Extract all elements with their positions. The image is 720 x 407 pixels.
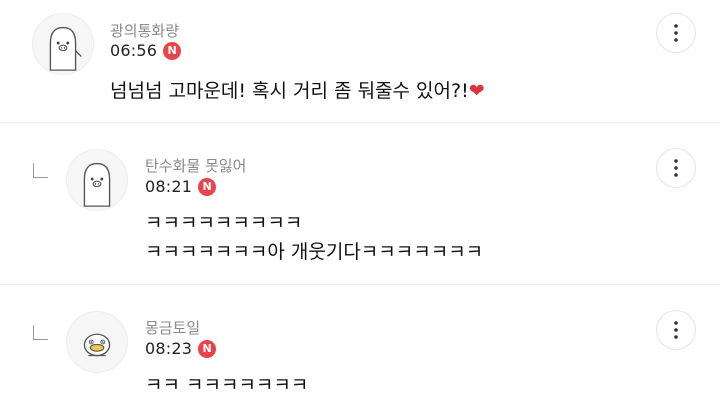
comment-text-line: ㅋㅋㅋㅋㅋㅋㅋㅋㅋ (145, 212, 303, 234)
ghost-pig-avatar-icon[interactable] (66, 149, 128, 211)
reply-indicator-icon (33, 325, 48, 340)
more-options-button[interactable] (656, 310, 696, 350)
comment-username[interactable]: 광의통화량 (110, 20, 179, 41)
vertical-dots-icon (674, 321, 678, 339)
comment-time: 08:21 (145, 177, 193, 196)
reply-comment-item: 몽금토일 08:23 N ㅋㅋ ㅋㅋㅋㅋㅋㅋㅋ (0, 285, 720, 407)
vertical-dots-icon (674, 159, 678, 177)
reply-comment-item: 탄수화물 못잃어 08:21 N ㅋㅋㅋㅋㅋㅋㅋㅋㅋ ㅋㅋㅋㅋㅋㅋㅋ아 개웃기다… (0, 123, 720, 284)
new-badge: N (163, 41, 182, 60)
comment-text-line: 넘넘넘 고마운데! 혹시 거리 좀 둬줄수 있어?! (110, 80, 469, 102)
more-options-button[interactable] (656, 148, 696, 188)
comment-username[interactable]: 몽금토일 (145, 317, 200, 338)
comment-item: 광의통화량 06:56 N 넘넘넘 고마운데! 혹시 거리 좀 둬줄수 있어?!… (0, 0, 720, 122)
comment-text-line: ㅋㅋㅋㅋㅋㅋㅋ아 개웃기다ㅋㅋㅋㅋㅋㅋㅋ (145, 241, 484, 263)
comment-meta: 08:23 N (145, 339, 217, 358)
ghost-pig-avatar-icon[interactable] (32, 13, 94, 75)
duck-avatar-icon[interactable] (66, 311, 128, 373)
new-badge: N (198, 339, 217, 358)
vertical-dots-icon (674, 24, 678, 42)
comment-time: 06:56 (110, 41, 158, 60)
comment-meta: 08:21 N (145, 177, 217, 196)
new-badge: N (198, 177, 217, 196)
comment-text: 넘넘넘 고마운데! 혹시 거리 좀 둬줄수 있어?!❤ (110, 76, 485, 103)
comment-meta: 06:56 N (110, 41, 182, 60)
comment-username[interactable]: 탄수화물 못잃어 (145, 155, 246, 176)
comment-time: 08:23 (145, 339, 193, 358)
heart-icon: ❤ (468, 80, 485, 102)
reply-indicator-icon (33, 163, 48, 178)
comment-text-line: ㅋㅋ ㅋㅋㅋㅋㅋㅋㅋ (145, 374, 309, 396)
more-options-button[interactable] (656, 13, 696, 53)
